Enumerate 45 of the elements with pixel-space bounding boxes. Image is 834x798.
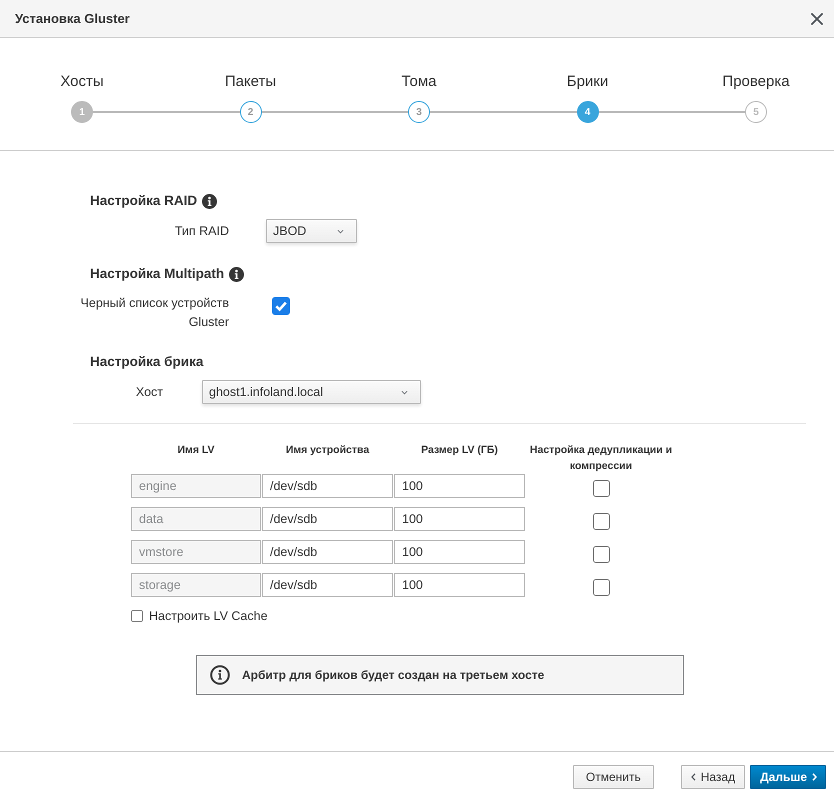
field-label: Тип RAID	[174, 224, 229, 238]
dedup-checkbox[interactable]	[592, 579, 610, 596]
step-label: Брики	[566, 73, 608, 91]
host-select[interactable]: ghost1.infoland.local	[202, 380, 421, 404]
checkbox-label: Настроить LV Cache	[149, 609, 268, 623]
checkbox[interactable]	[131, 610, 143, 622]
chevron-left-icon	[690, 773, 696, 781]
info-icon[interactable]	[229, 266, 244, 282]
column-header: Размер LV (ГБ)	[421, 443, 498, 458]
caret-icon	[401, 390, 408, 394]
dialog-title: Установка Gluster	[15, 11, 130, 26]
close-icon[interactable]	[811, 12, 823, 24]
alert-message: Арбитр для бриков будет создан на третьем хосте	[242, 668, 544, 682]
section-heading: Настройка RAID	[90, 192, 198, 210]
size-field[interactable]: 100	[394, 507, 525, 531]
raid-type-select[interactable]: JBOD	[266, 219, 357, 243]
back-button[interactable]: Назад	[680, 765, 746, 789]
size-field[interactable]: 100	[394, 474, 525, 498]
caret-icon	[337, 228, 344, 234]
device-field[interactable]: /dev/sdb	[262, 540, 393, 564]
column-header: Настройка дедупликации и компрессии	[528, 443, 674, 474]
section-heading: Настройка Multipath	[90, 265, 224, 283]
device-field[interactable]: /dev/sdb	[262, 474, 393, 498]
info-icon[interactable]	[202, 194, 218, 208]
device-field[interactable]: /dev/sdb	[262, 573, 393, 597]
info-icon	[210, 665, 230, 685]
step-label: Проверка	[722, 73, 790, 91]
checkbox[interactable]	[272, 297, 290, 315]
cancel-button[interactable]: Отменить	[572, 765, 654, 789]
dedup-checkbox[interactable]	[592, 513, 610, 530]
size-field[interactable]: 100	[394, 540, 525, 564]
column-header: Имя устройства	[286, 443, 370, 458]
step-label: Пакеты	[224, 73, 276, 91]
chevron-right-icon	[812, 773, 817, 781]
column-header: Имя LV	[178, 443, 214, 458]
field-label: Черный список устройств Gluster	[80, 296, 229, 329]
dedup-checkbox[interactable]	[592, 546, 610, 563]
device-field[interactable]: /dev/sdb	[262, 507, 393, 531]
field-label: Хост	[136, 384, 163, 398]
next-button[interactable]: Дальше	[750, 765, 826, 789]
dedup-checkbox[interactable]	[592, 480, 610, 497]
section-heading: Настройка брика	[90, 353, 204, 371]
step-label: Хосты	[60, 73, 104, 91]
size-field[interactable]: 100	[394, 573, 525, 597]
step-label: Тома	[402, 73, 436, 91]
